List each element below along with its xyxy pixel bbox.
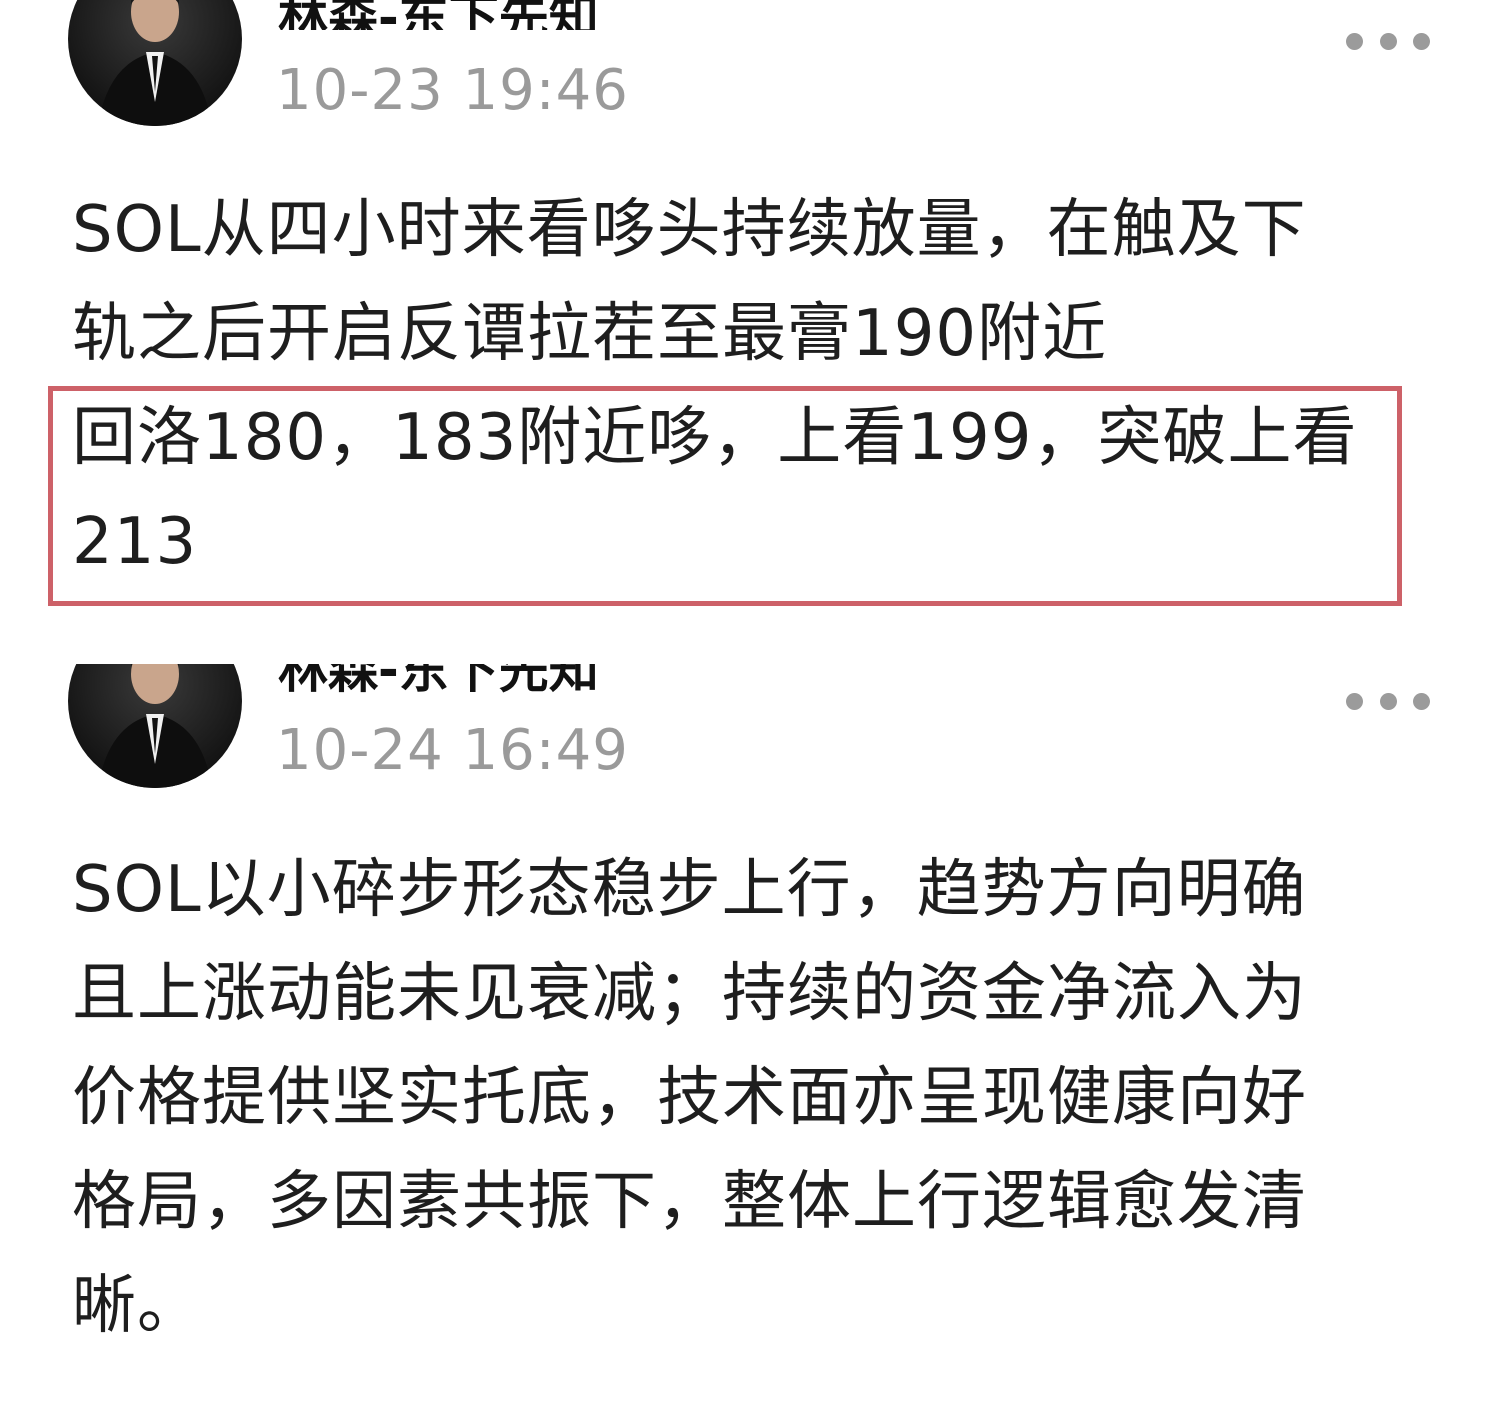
more-options-button[interactable] xyxy=(1346,690,1430,712)
more-dot-icon xyxy=(1379,692,1397,710)
post-text-line: 晰。 xyxy=(72,1269,202,1343)
post-text-line: SOL从四小时来看哆头持续放量，在触及下 xyxy=(72,193,1307,267)
highlighted-text-line: 213 xyxy=(72,505,198,579)
post-timestamp: 10-24 16:49 xyxy=(276,718,629,783)
more-dot-icon xyxy=(1379,32,1397,50)
post-text-line: 价格提供坚实托底，技术面亦呈现健康向好 xyxy=(72,1061,1307,1135)
post-2-viewport: 林森-东下先知 10-24 16:49 SOL以小碎步形态稳步上行，趋势方向明确… xyxy=(0,664,1500,1416)
avatar[interactable] xyxy=(68,0,242,126)
more-dot-icon xyxy=(1413,32,1430,50)
person-avatar-icon xyxy=(98,0,212,126)
more-dot-icon xyxy=(1346,32,1363,50)
post-timestamp: 10-23 19:46 xyxy=(276,58,629,123)
more-dot-icon xyxy=(1413,692,1430,710)
more-options-button[interactable] xyxy=(1346,30,1430,52)
more-dot-icon xyxy=(1346,692,1363,710)
highlighted-text-line: 回洛180，183附近哆，上看199，突破上看 xyxy=(72,401,1358,475)
author-name[interactable]: 林森-东下先知 xyxy=(278,664,599,702)
post-text-line: 轨之后开启反谭拉茬至最膏190附近 xyxy=(72,297,1108,371)
post-text-line: SOL以小碎步形态稳步上行，趋势方向明确 xyxy=(72,853,1307,927)
post-text-line: 且上涨动能未见衰减；持续的资金净流入为 xyxy=(72,957,1307,1031)
post-text-line: 格局，多因素共振下，整体上行逻辑愈发清 xyxy=(72,1165,1307,1239)
author-name-clip: 林森-东下先知 xyxy=(278,0,778,30)
author-name[interactable]: 林森-东下先知 xyxy=(278,0,599,30)
avatar[interactable] xyxy=(68,664,242,788)
person-avatar-icon xyxy=(98,664,212,788)
